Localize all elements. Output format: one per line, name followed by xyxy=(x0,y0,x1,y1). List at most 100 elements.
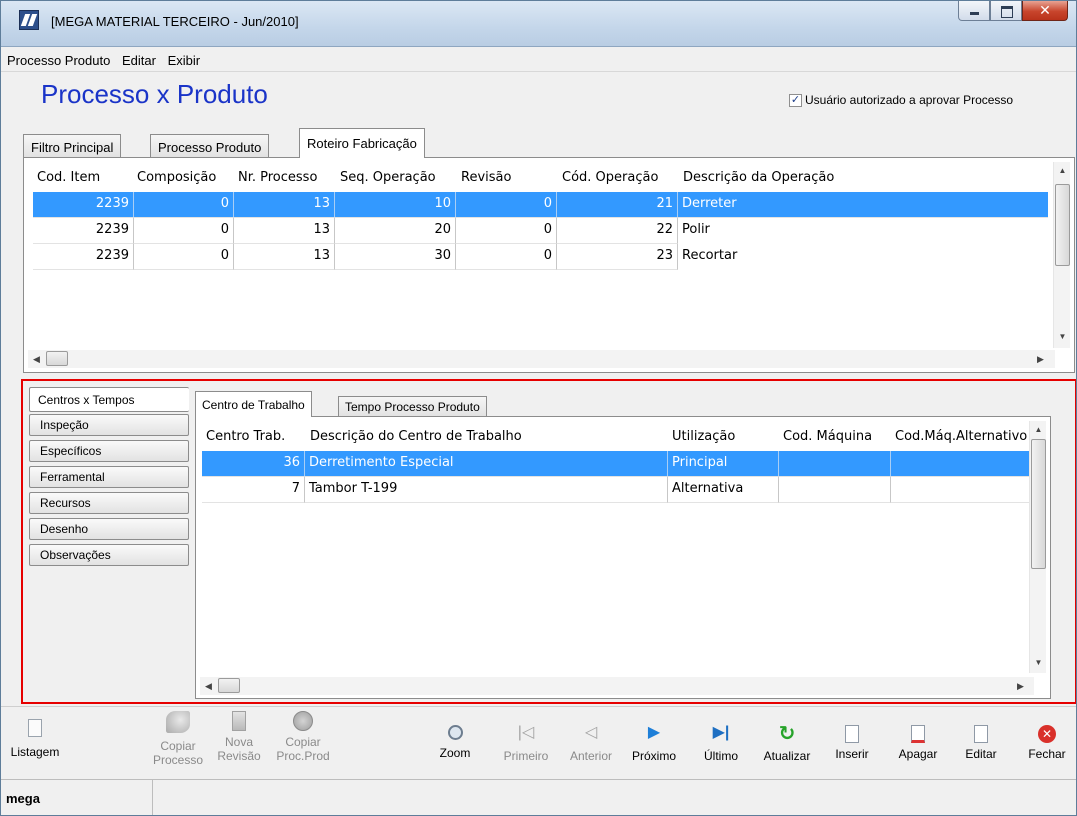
scroll-left-arrow-icon[interactable]: ◀ xyxy=(200,677,217,695)
copy-process-icon xyxy=(166,711,190,733)
window-title: [MEGA MATERIAL TERCEIRO - Jun/2010] xyxy=(51,14,299,29)
cell-nr-processo: 13 xyxy=(234,218,335,244)
cell-descricao-centro: Tambor T-199 xyxy=(305,477,668,503)
roteiro-vertical-scrollbar[interactable]: ▲ ▼ xyxy=(1053,162,1070,348)
col-cod-maq-alternativo[interactable]: Cod.Máq.Alternativo xyxy=(895,429,1043,444)
app-logo-icon xyxy=(19,10,39,30)
anterior-label: Anterior xyxy=(569,749,613,763)
inserir-button[interactable]: Inserir xyxy=(827,725,877,761)
tab-filtro-principal[interactable]: Filtro Principal xyxy=(23,134,122,158)
fechar-label: Fechar xyxy=(1028,747,1066,761)
cell-descricao-centro: Derretimento Especial xyxy=(305,451,668,477)
col-revisao[interactable]: Revisão xyxy=(461,170,511,185)
cell-seq-operacao: 30 xyxy=(335,244,456,270)
scroll-thumb[interactable] xyxy=(1055,184,1070,266)
new-revision-icon xyxy=(232,711,246,731)
scroll-up-arrow-icon[interactable]: ▲ xyxy=(1030,421,1047,438)
scroll-thumb[interactable] xyxy=(218,678,240,693)
cell-nr-processo: 13 xyxy=(234,192,335,218)
insert-icon xyxy=(845,725,859,743)
approve-label: Usuário autorizado a aprovar Processo xyxy=(805,93,1014,107)
tab-centro-trabalho[interactable]: Centro de Trabalho xyxy=(195,391,312,417)
copiar-proc-prod-button[interactable]: Copiar Proc.Prod xyxy=(271,711,335,763)
cell-descricao-operacao: Recortar xyxy=(682,248,738,263)
roteiro-horizontal-scrollbar[interactable]: ◀ ▶ xyxy=(28,350,1055,368)
col-cod-maquina[interactable]: Cod. Máquina xyxy=(783,429,872,444)
col-utilizacao[interactable]: Utilização xyxy=(672,429,735,444)
cell-descricao-operacao: Derreter xyxy=(678,192,1048,218)
side-tab-ferramental[interactable]: Ferramental xyxy=(29,466,189,488)
scroll-thumb[interactable] xyxy=(1031,439,1046,569)
fechar-button[interactable]: ✕ Fechar xyxy=(1021,725,1073,761)
col-seq-operacao[interactable]: Seq. Operação xyxy=(340,170,436,185)
cell-utilizacao: Alternativa xyxy=(668,477,779,503)
copy-proc-prod-icon xyxy=(293,711,313,731)
cell-cod-operacao: 22 xyxy=(557,218,678,244)
col-composicao[interactable]: Composição xyxy=(137,170,216,185)
col-centro-trab[interactable]: Centro Trab. xyxy=(206,429,285,444)
menu-exibir[interactable]: Exibir xyxy=(164,48,205,68)
apagar-button[interactable]: Apagar xyxy=(893,725,943,761)
editar-label: Editar xyxy=(965,747,997,761)
cell-centro-trab: 36 xyxy=(202,451,305,477)
side-tab-inspecao[interactable]: Inspeção xyxy=(29,414,189,436)
copiar-processo-button[interactable]: Copiar Processo xyxy=(147,711,209,767)
col-nr-processo[interactable]: Nr. Processo xyxy=(238,170,317,185)
document-icon xyxy=(28,719,42,737)
anterior-button[interactable]: ◁ Anterior xyxy=(563,724,619,764)
scroll-right-arrow-icon[interactable]: ▶ xyxy=(1012,677,1029,695)
window-controls xyxy=(958,1,1068,21)
ultimo-button[interactable]: ▶| Último xyxy=(699,725,743,764)
col-cod-item[interactable]: Cod. Item xyxy=(37,170,100,185)
scroll-up-arrow-icon[interactable]: ▲ xyxy=(1054,162,1071,179)
app-window: [MEGA MATERIAL TERCEIRO - Jun/2010] Proc… xyxy=(0,0,1077,816)
tab-roteiro-fabricacao[interactable]: Roteiro Fabricação xyxy=(299,128,425,158)
delete-icon xyxy=(911,725,925,743)
scroll-down-arrow-icon[interactable]: ▼ xyxy=(1030,654,1047,671)
col-descricao-centro[interactable]: Descrição do Centro de Trabalho xyxy=(310,429,522,444)
centros-panel: Centro Trab. Descrição do Centro de Trab… xyxy=(195,416,1051,699)
scroll-right-arrow-icon[interactable]: ▶ xyxy=(1032,350,1049,368)
scroll-left-arrow-icon[interactable]: ◀ xyxy=(28,350,45,368)
cell-cod-maq-alternativo xyxy=(891,477,1043,503)
minimize-button[interactable] xyxy=(958,1,990,21)
editar-button[interactable]: Editar xyxy=(959,725,1003,761)
zoom-button[interactable]: Zoom xyxy=(437,725,473,760)
close-window-button[interactable] xyxy=(1022,1,1068,21)
cell-seq-operacao: 20 xyxy=(335,218,456,244)
maximize-button[interactable] xyxy=(990,1,1022,21)
cell-cod-maquina xyxy=(779,451,891,477)
approve-checkbox[interactable]: ✓ xyxy=(789,93,802,107)
next-record-icon: ▶ xyxy=(647,724,661,741)
tab-tempo-processo-produto[interactable]: Tempo Processo Produto xyxy=(338,396,487,417)
side-tab-observacoes[interactable]: Observações xyxy=(29,544,189,566)
proximo-button[interactable]: ▶ Próximo xyxy=(625,724,683,764)
nova-revisao-button[interactable]: Nova Revisão xyxy=(209,711,269,763)
listagem-button[interactable]: Listagem xyxy=(5,719,65,759)
col-cod-operacao[interactable]: Cód. Operação xyxy=(562,170,658,185)
cell-cod-item: 2239 xyxy=(33,218,134,244)
side-tab-desenho[interactable]: Desenho xyxy=(29,518,189,540)
side-tab-centros-tempos[interactable]: Centros x Tempos xyxy=(29,387,189,412)
proximo-label: Próximo xyxy=(631,749,676,763)
title-bar[interactable]: [MEGA MATERIAL TERCEIRO - Jun/2010] xyxy=(1,1,1076,47)
centros-vertical-scrollbar[interactable]: ▲ ▼ xyxy=(1029,421,1046,673)
listagem-label: Listagem xyxy=(10,745,60,759)
cell-revisao: 0 xyxy=(456,244,557,270)
atualizar-button[interactable]: ↻ Atualizar xyxy=(755,724,819,763)
scroll-thumb[interactable] xyxy=(46,351,68,366)
previous-record-icon: ◁ xyxy=(584,724,598,741)
menu-editar[interactable]: Editar xyxy=(118,48,160,68)
approve-checkbox-row[interactable]: ✓ Usuário autorizado a aprovar Processo xyxy=(789,93,1013,107)
side-tab-especificos[interactable]: Específicos xyxy=(29,440,189,462)
tab-processo-produto[interactable]: Processo Produto xyxy=(150,134,270,158)
primeiro-button[interactable]: |◁ Primeiro xyxy=(497,725,555,764)
col-descricao-operacao[interactable]: Descrição da Operação xyxy=(683,170,834,185)
side-tab-recursos[interactable]: Recursos xyxy=(29,492,189,514)
menu-processo-produto[interactable]: Processo Produto xyxy=(1,48,114,68)
scroll-down-arrow-icon[interactable]: ▼ xyxy=(1054,328,1071,345)
cell-utilizacao: Principal xyxy=(668,451,779,477)
cell-revisao: 0 xyxy=(456,218,557,244)
atualizar-label: Atualizar xyxy=(763,749,811,763)
centros-horizontal-scrollbar[interactable]: ◀ ▶ xyxy=(200,677,1034,695)
